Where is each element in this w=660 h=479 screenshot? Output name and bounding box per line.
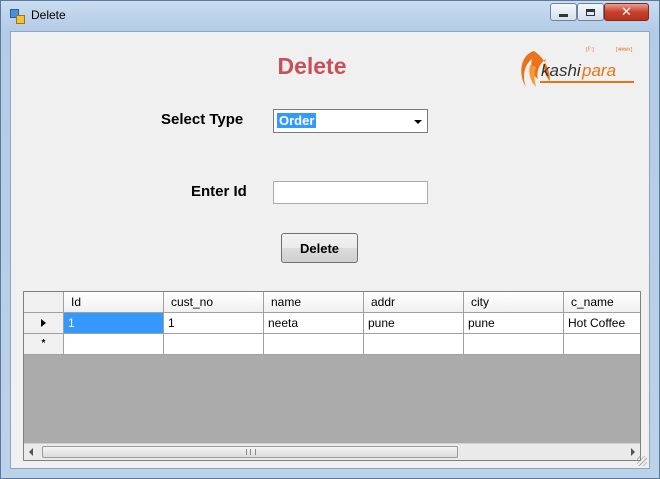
delete-button[interactable]: Delete [281,233,358,263]
maximize-icon [586,8,595,16]
grid-corner-header[interactable] [24,292,64,313]
delete-window: Delete ✕ Delete kashi para [ि] [संस्कार]… [0,0,660,479]
table-cell-empty[interactable] [164,334,264,355]
scroll-left-icon[interactable] [29,448,33,456]
grip-icon [246,449,256,455]
logo-text-kashi: kashi [541,61,582,80]
scroll-right-icon[interactable] [631,448,635,456]
table-cell-empty[interactable] [564,334,640,355]
enter-id-label: Enter Id [191,183,247,200]
window-title: Delete [31,8,66,22]
minimize-icon [559,13,568,17]
minimize-button[interactable] [550,3,577,21]
column-header-name[interactable]: name [264,292,364,313]
data-grid[interactable]: Id cust_no name addr city c_name 1 1 nee… [23,291,641,461]
table-cell-empty[interactable] [64,334,164,355]
enter-id-input[interactable] [273,181,428,204]
table-cell-name[interactable]: neeta [264,313,364,334]
table-cell-id[interactable]: 1 [64,313,164,334]
new-row-icon: * [41,338,46,349]
column-header-city[interactable]: city [464,292,564,313]
table-cell-c-name[interactable]: Hot Coffee [564,313,640,334]
scrollbar-thumb[interactable] [42,446,458,458]
column-header-c-name[interactable]: c_name [564,292,640,313]
row-pointer-icon [41,319,46,327]
select-type-dropdown[interactable]: Order [273,109,428,133]
maximize-button[interactable] [577,3,604,21]
kashipara-logo: kashi para [ि] [संस्कार] [521,46,634,87]
close-button[interactable]: ✕ [604,3,649,21]
logo-small-left: [ि] [586,46,594,53]
column-header-addr[interactable]: addr [364,292,464,313]
chevron-down-icon[interactable] [414,120,422,124]
table-cell-addr[interactable]: pune [364,313,464,334]
table-cell-city[interactable]: pune [464,313,564,334]
title-bar[interactable]: Delete ✕ [1,1,659,31]
resize-grip-icon[interactable] [637,456,647,466]
row-header[interactable] [24,313,64,334]
logo-small-right: [संस्कार] [616,46,632,53]
app-window-icon[interactable] [10,9,25,24]
table-row[interactable]: 1 1 neeta pune pune Hot Coffee [24,313,640,334]
column-header-cust-no[interactable]: cust_no [164,292,264,313]
logo-text-para: para [581,61,616,80]
table-cell-empty[interactable] [364,334,464,355]
close-icon: ✕ [621,4,632,20]
table-cell-cust-no[interactable]: 1 [164,313,264,334]
new-table-row[interactable]: * [24,334,640,355]
select-type-value: Order [277,113,317,128]
column-header-id[interactable]: Id [64,292,164,313]
row-header[interactable]: * [24,334,64,355]
table-cell-empty[interactable] [464,334,564,355]
form-client-area: Delete kashi para [ि] [संस्कार] Select T… [10,31,650,469]
grid-header-row: Id cust_no name addr city c_name [24,292,640,313]
table-cell-empty[interactable] [264,334,364,355]
horizontal-scrollbar[interactable] [24,443,640,460]
select-type-label: Select Type [161,111,244,128]
